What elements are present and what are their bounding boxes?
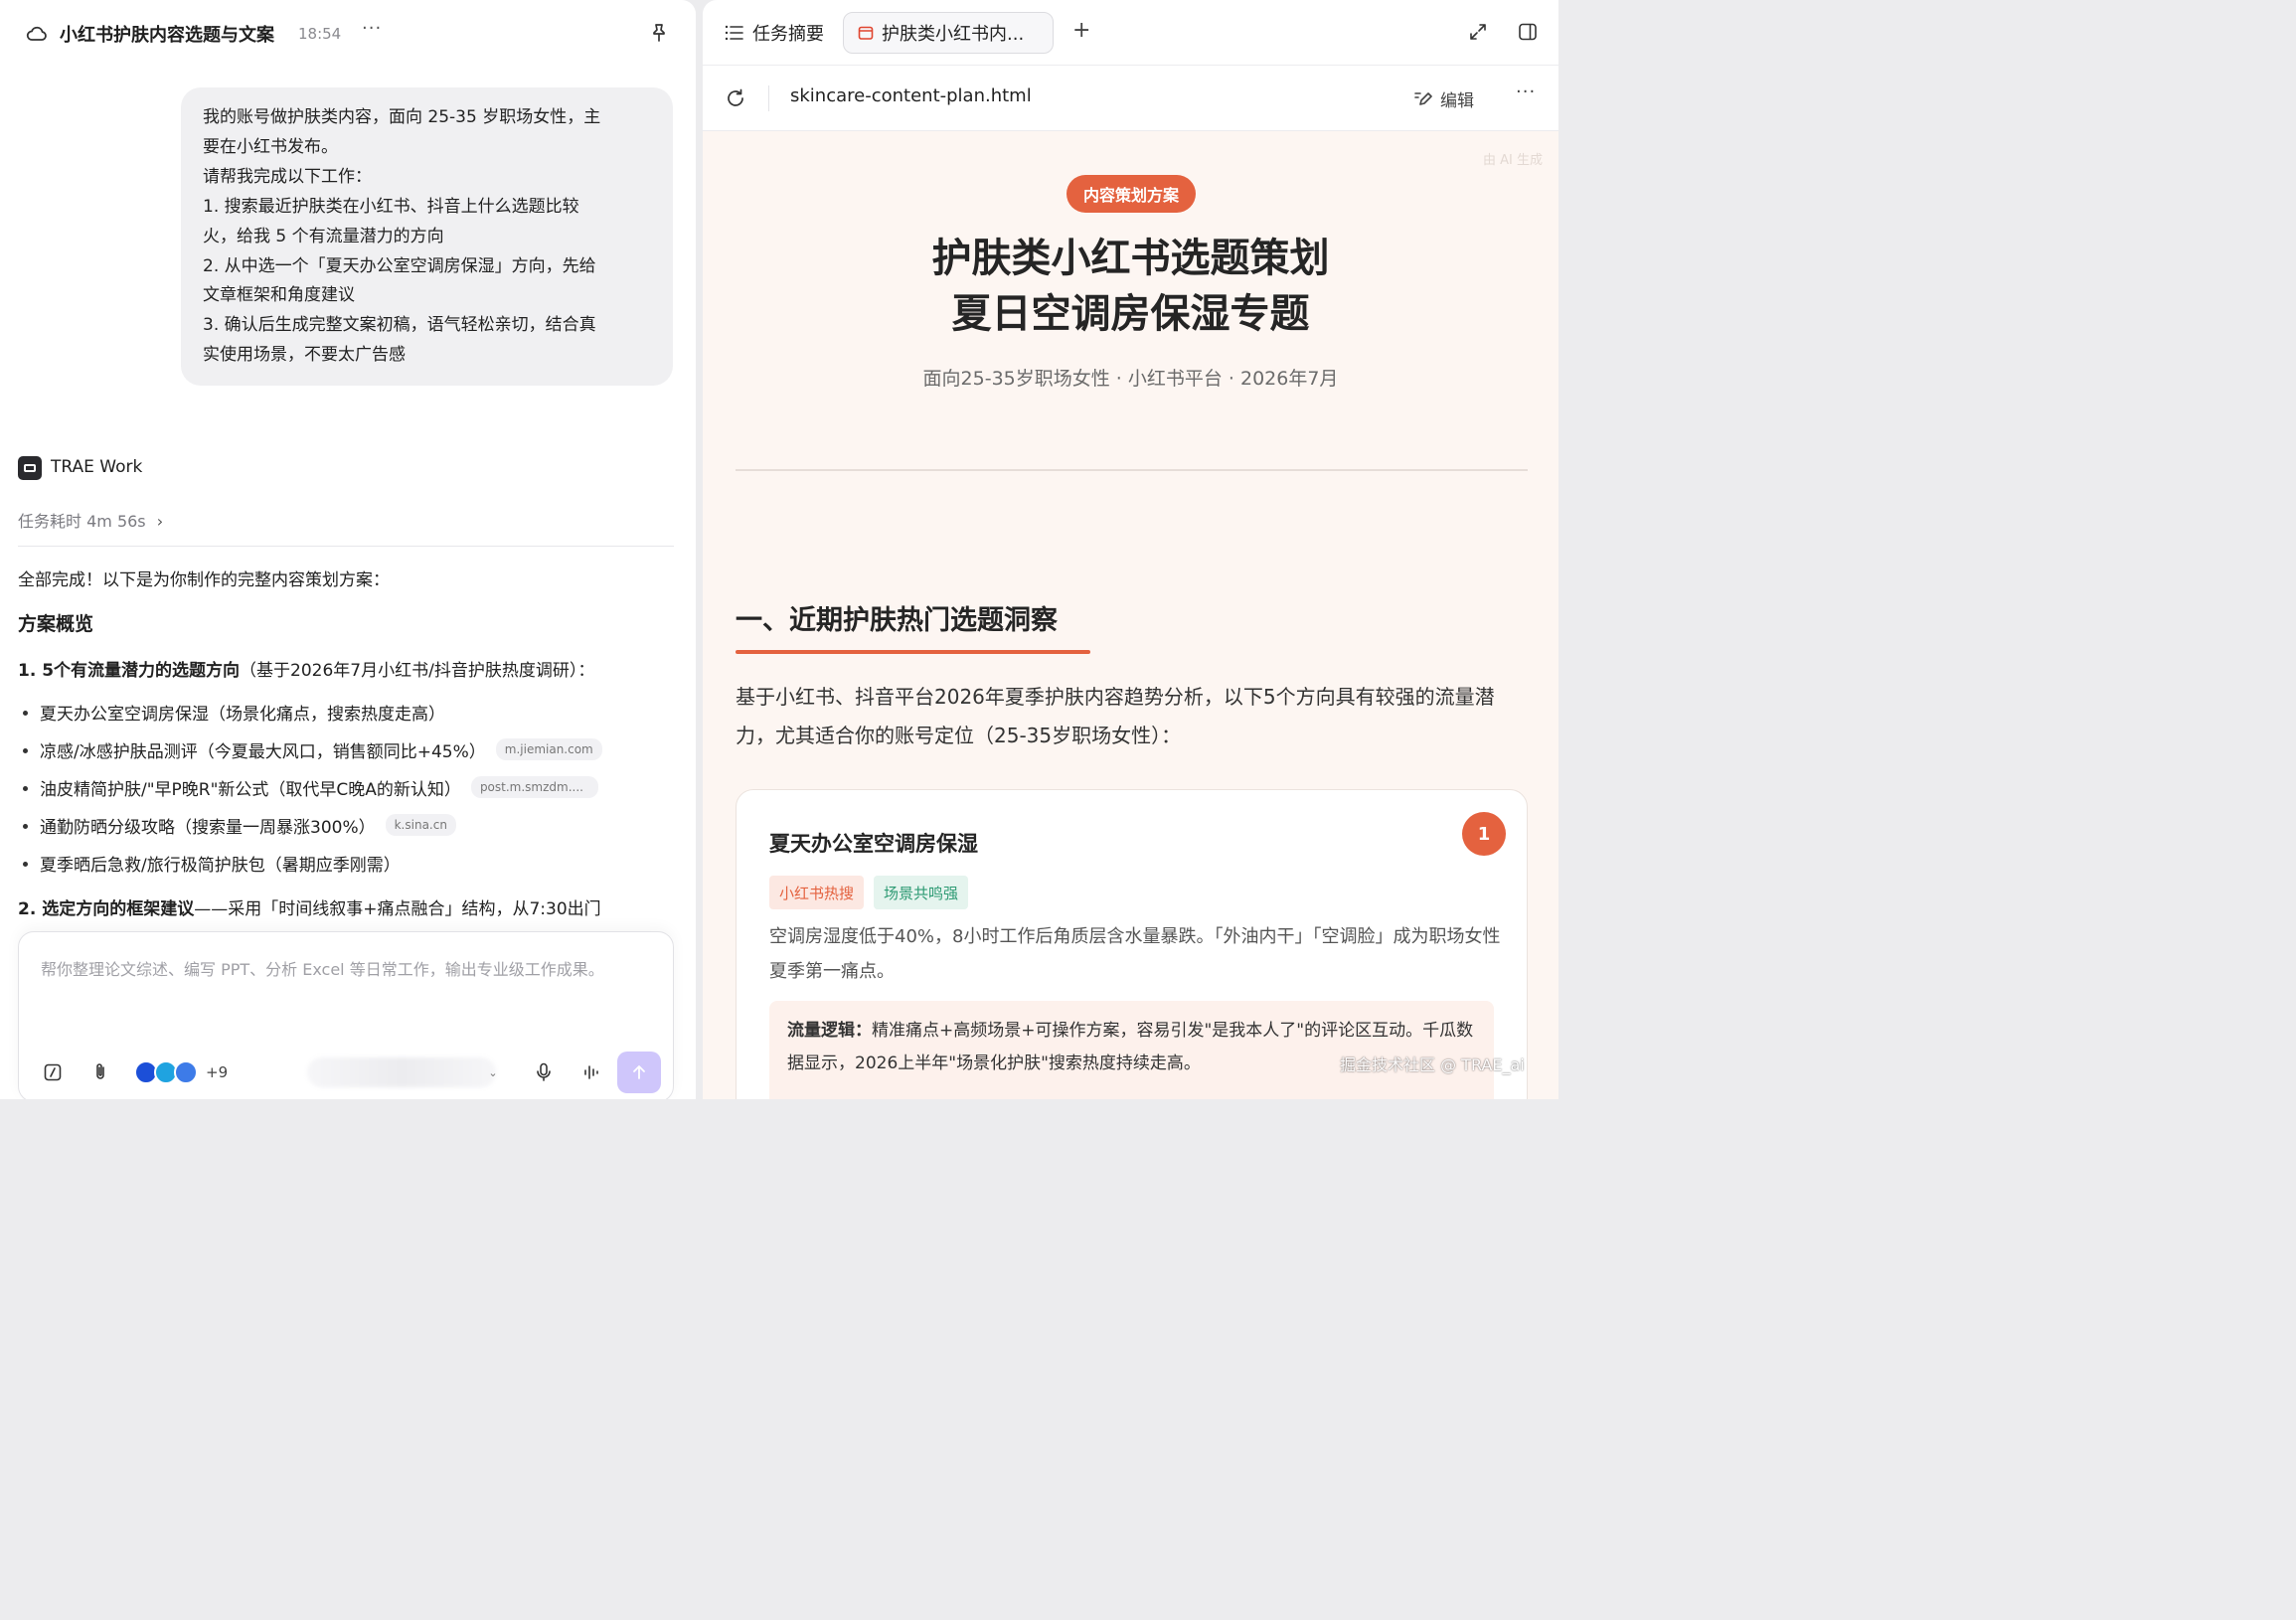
- section-intro: 基于小红书、抖音平台2026年夏季护肤内容趋势分析，以下5个方向具有较强的流量潜…: [736, 685, 1495, 747]
- tag-hot-search: 小红书热搜: [769, 876, 865, 909]
- expand-icon[interactable]: [1468, 22, 1488, 42]
- user-message-line: 要在小红书发布。: [203, 136, 338, 157]
- tab-task-summary-label: 任务摘要: [752, 24, 824, 45]
- address-bar: skincare-content-plan.html 编辑 ···: [703, 66, 1558, 131]
- user-message-line: 我的账号做护肤类内容，面向 25-35 岁职场女性，主: [203, 107, 601, 127]
- chevron-right-icon: ›: [156, 512, 164, 531]
- list-item-text: 油皮精简护肤/"早P晚R"新公式（取代早C晚A的新认知）: [40, 780, 461, 800]
- task-duration-toggle[interactable]: 任务耗时 4m 56s ›: [18, 508, 163, 532]
- edit-button[interactable]: 编辑: [1412, 85, 1474, 111]
- list-item-text: 夏季晒后急救/旅行极简护肤包（暑期应季刚需）: [40, 856, 401, 876]
- traffic-logic-box: 流量逻辑：精准痛点+高频场景+可操作方案，容易引发"是我本人了"的评论区互动。千…: [769, 1001, 1494, 1099]
- sidebar-toggle-icon[interactable]: [1518, 22, 1538, 42]
- more-options-icon[interactable]: ···: [1516, 81, 1536, 102]
- voice-wave-icon[interactable]: [581, 1059, 601, 1085]
- reload-icon[interactable]: [725, 87, 746, 109]
- tab-bar: 任务摘要 护肤类小红书内... +: [703, 0, 1558, 66]
- section-2-bold: 2. 选定方向的框架建议: [18, 899, 195, 919]
- divider: [768, 85, 769, 111]
- tab-task-summary[interactable]: 任务摘要: [725, 18, 824, 48]
- user-message-bubble: 我的账号做护肤类内容，面向 25-35 岁职场女性，主 要在小红书发布。 请帮我…: [181, 87, 673, 386]
- topic-list: 夏天办公室空调房保湿（场景化痛点，搜索热度走高） 凉感/冰感护肤品测评（今夏最大…: [22, 700, 602, 889]
- connected-apps[interactable]: +9: [134, 1059, 244, 1085]
- list-item: 夏季晒后急救/旅行极简护肤包（暑期应季刚需）: [22, 851, 602, 889]
- section-underline: [736, 650, 1090, 654]
- agent-logo-icon: [18, 456, 42, 480]
- list-item: 通勤防晒分级攻略（搜索量一周暴涨300%） k.sina.cn: [22, 813, 602, 851]
- tab-html-file[interactable]: 护肤类小红书内...: [843, 12, 1054, 54]
- app-doc-icon: [174, 1060, 198, 1084]
- source-chip[interactable]: post.m.smzdm....: [470, 776, 598, 798]
- section-2-rest: ——采用「时间线叙事+痛点融合」结构，从7:30出门: [194, 899, 601, 919]
- agent-name: TRAE Work: [51, 457, 143, 477]
- send-button[interactable]: [617, 1052, 661, 1093]
- doc-subtitle: 面向25-35岁职场女性 · 小红书平台 · 2026年7月: [922, 368, 1339, 390]
- chevron-down-icon[interactable]: ⌄: [486, 1059, 500, 1085]
- preview-panel: 任务摘要 护肤类小红书内... + skincare-content-plan.…: [703, 0, 1558, 1099]
- list-item-text: 夏天办公室空调房保湿（场景化痛点，搜索热度走高）: [40, 705, 445, 725]
- cloud-icon[interactable]: [26, 24, 48, 44]
- chat-panel: 小红书护肤内容选题与文案 18:54 ··· 我的账号做护肤类内容，面向 25-…: [0, 0, 696, 1099]
- tag-scene-resonance: 场景共鸣强: [874, 876, 969, 909]
- list-icon: [725, 25, 743, 41]
- user-message-line: 实使用场景，不要太广告感: [203, 345, 406, 366]
- user-message-line: 2. 从中选一个「夏天办公室空调房保湿」方向，先给: [203, 255, 596, 276]
- response-intro: 全部完成！以下是为你制作的完整内容策划方案：: [18, 570, 390, 590]
- user-message-line: 1. 搜索最近护肤类在小红书、抖音上什么选题比较: [203, 196, 579, 217]
- microphone-icon[interactable]: [534, 1059, 554, 1085]
- topic-description: 空调房湿度低于40%，8小时工作后角质层含水量暴跌。「外油内干」「空调脸」成为职…: [769, 926, 1501, 982]
- doc-title-line: 护肤类小红书选题策划: [931, 236, 1330, 281]
- list-item-text: 凉感/冰感护肤品测评（今夏最大风口，销售额同比+45%）: [40, 742, 486, 762]
- section-title: 一、近期护肤热门选题洞察: [736, 605, 1058, 636]
- list-item: 凉感/冰感护肤品测评（今夏最大风口，销售额同比+45%） m.jiemian.co…: [22, 737, 602, 775]
- chat-header: 小红书护肤内容选题与文案 18:54 ···: [0, 0, 696, 68]
- topic-title: 夏天办公室空调房保湿: [769, 832, 978, 856]
- document-preview: 由 AI 生成 内容策划方案 护肤类小红书选题策划 夏日空调房保湿专题 面向25…: [703, 131, 1558, 1099]
- html-file-icon: [858, 26, 874, 40]
- topic-number-badge: 1: [1462, 812, 1506, 856]
- message-input[interactable]: 帮你整理论文综述、编写 PPT、分析 Excel 等日常工作，输出专业级工作成果…: [41, 956, 647, 984]
- more-options-icon[interactable]: ···: [362, 18, 382, 39]
- user-message-line: 火，给我 5 个有流量潜力的方向: [203, 226, 444, 246]
- user-message-line: 3. 确认后生成完整文案初稿，语气轻松亲切，结合真: [203, 315, 596, 336]
- overview-heading: 方案概览: [18, 613, 94, 635]
- divider: [736, 469, 1528, 471]
- add-tab-button[interactable]: +: [1072, 18, 1090, 43]
- user-message-line: 文章框架和角度建议: [203, 285, 355, 306]
- list-item: 油皮精简护肤/"早P晚R"新公式（取代早C晚A的新认知） post.m.smzdm…: [22, 775, 602, 813]
- doc-badge: 内容策划方案: [1066, 175, 1196, 213]
- doc-title-line: 夏日空调房保湿专题: [951, 291, 1310, 337]
- section-1-bold: 1. 5个有流量潜力的选题方向: [18, 661, 241, 681]
- conversation-time: 18:54: [298, 25, 342, 43]
- list-item: 夏天办公室空调房保湿（场景化痛点，搜索热度走高）: [22, 700, 602, 737]
- doc-title: 护肤类小红书选题策划 夏日空调房保湿专题: [703, 231, 1558, 342]
- user-message-line: 请帮我完成以下工作：: [203, 166, 372, 187]
- message-composer: 帮你整理论文综述、编写 PPT、分析 Excel 等日常工作，输出专业级工作成果…: [18, 931, 674, 1099]
- pin-icon[interactable]: [648, 22, 670, 44]
- watermark: 掘金技术社区 @ TRAE_ai: [1340, 1055, 1525, 1074]
- topic-tags: 小红书热搜 场景共鸣强: [769, 876, 978, 909]
- edit-pen-icon: [1414, 92, 1432, 105]
- slash-command-icon[interactable]: [43, 1059, 63, 1085]
- conversation-title: 小红书护肤内容选题与文案: [60, 25, 274, 46]
- task-duration-text: 任务耗时 4m 56s: [18, 512, 146, 531]
- ai-generated-label: 由 AI 生成: [1483, 153, 1543, 168]
- traffic-logic-label: 流量逻辑：: [787, 1021, 872, 1041]
- section-1-heading: 1. 5个有流量潜力的选题方向（基于2026年7月小红书/抖音护肤热度调研）：: [18, 656, 594, 681]
- section-1-rest: （基于2026年7月小红书/抖音护肤热度调研）：: [240, 661, 595, 681]
- list-item-text: 通勤防晒分级攻略（搜索量一周暴涨300%）: [40, 818, 376, 838]
- attach-icon[interactable]: [90, 1059, 110, 1085]
- tab-html-file-label: 护肤类小红书内...: [882, 24, 1025, 45]
- section-2-heading: 2. 选定方向的框架建议——采用「时间线叙事+痛点融合」结构，从7:30出门: [18, 894, 674, 930]
- source-chip[interactable]: k.sina.cn: [385, 814, 456, 836]
- arrow-up-icon: [633, 1065, 645, 1079]
- more-apps-count: +9: [206, 1063, 229, 1081]
- file-url: skincare-content-plan.html: [790, 85, 1032, 106]
- source-chip[interactable]: m.jiemian.com: [495, 738, 602, 760]
- edit-button-label: 编辑: [1440, 90, 1474, 111]
- model-selector[interactable]: [307, 1057, 496, 1087]
- divider: [18, 546, 674, 547]
